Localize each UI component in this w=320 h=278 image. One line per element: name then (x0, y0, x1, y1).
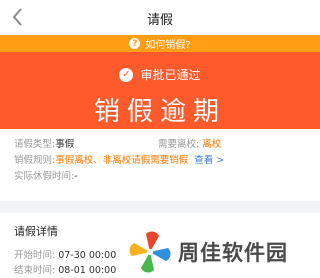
leave-school-label: 需要离校: (158, 139, 200, 150)
view-rule-link[interactable]: 查看 > (194, 153, 224, 169)
nav-bar: 请假 (0, 0, 320, 35)
page-title: 请假 (146, 13, 173, 28)
start-time-value: 07-30 00:00 (58, 250, 117, 261)
leave-type-label: 请假类型: (14, 139, 56, 150)
leave-school-value: 离校 (202, 139, 222, 150)
approval-status-text: 审批已通过 (140, 68, 201, 82)
info-row-rule: 销假规则: 事假离校、非离校请假需要销假 查看 > (14, 153, 306, 169)
actual-time-value: - (74, 171, 78, 182)
rule-value: 事假离校、非离校请假需要销假 (55, 155, 189, 166)
help-banner[interactable]: ? 如何销假? (0, 35, 320, 52)
end-time-label: 结束时间: (14, 265, 56, 276)
rule-label: 销假规则: (14, 155, 56, 166)
watermark: 周佳软件园 (128, 230, 288, 274)
question-icon: ? (129, 38, 141, 49)
end-time-value: 08-01 00:00 (58, 265, 117, 276)
approval-status: ✓ 审批已通过 (0, 66, 320, 83)
info-row-actual: 实际休假时间: - (14, 169, 306, 185)
watermark-text: 周佳软件园 (178, 241, 288, 265)
help-label: 如何销假? (145, 40, 191, 51)
pinwheel-logo-icon (129, 231, 171, 273)
start-time-label: 开始时间: (14, 250, 56, 261)
overdue-title: 销假逾期 (93, 97, 226, 127)
check-circle-icon: ✓ (119, 67, 134, 82)
leave-info-card: 请假类型: 事假 需要离校: 离校 销假规则: 事假离校、非离校请假需要销假 查… (0, 129, 320, 201)
leave-type-value: 事假 (55, 139, 75, 150)
status-hero: ✓ 审批已通过 销假逾期 (0, 52, 320, 129)
info-row-type: 请假类型: 事假 需要离校: 离校 (14, 137, 306, 153)
actual-time-label: 实际休假时间: (14, 171, 75, 182)
